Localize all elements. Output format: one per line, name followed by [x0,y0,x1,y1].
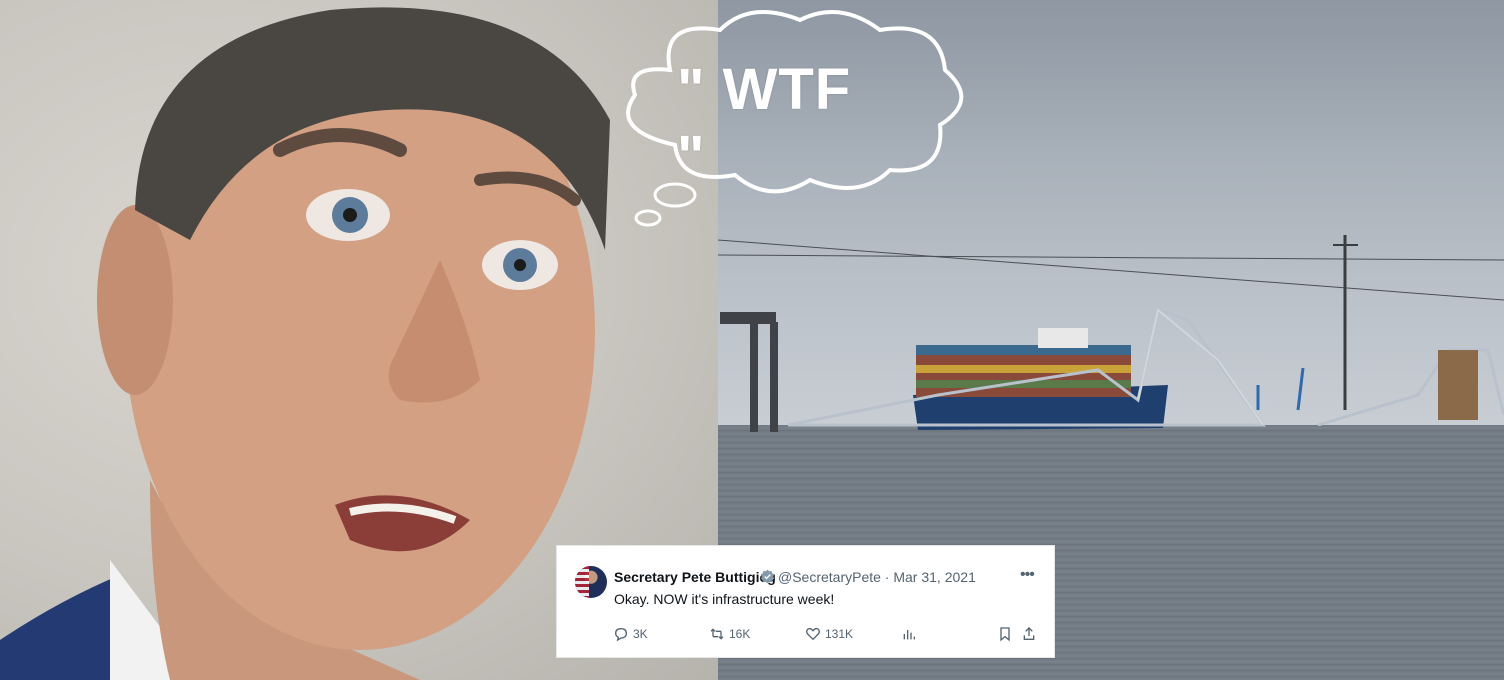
bar-chart-icon [903,630,915,640]
bookmark-button[interactable] [997,624,1013,644]
like-count: 131K [825,627,854,641]
verified-badge-icon [760,569,775,584]
tweet-text: Okay. NOW it's infrastructure week! [614,591,835,607]
tweet-handle-date[interactable]: @SecretaryPete · Mar 31, 2021 [778,569,976,585]
flag-icon [575,566,589,598]
reply-count: 3K [633,627,648,641]
reply-icon [614,627,628,642]
retweet-count: 16K [729,627,751,641]
views-button[interactable] [901,624,917,644]
heart-icon [806,627,820,641]
share-icon [1023,627,1035,640]
avatar[interactable] [575,566,607,598]
tweet-actions: 3K 16K 131K [613,624,1035,644]
like-button[interactable]: 131K [805,624,853,644]
bookmark-icon [1000,627,1010,642]
retweet-icon [710,628,724,640]
retweet-button[interactable]: 16K [709,624,750,644]
share-button[interactable] [1021,624,1037,644]
thought-bubble-text: " WTF " [677,57,852,189]
reply-button[interactable]: 3K [613,624,648,644]
ellipsis-icon[interactable]: ••• [1020,566,1035,584]
tweet-card[interactable]: Secretary Pete Buttigieg @SecretaryPete … [556,545,1055,658]
tweet-display-name[interactable]: Secretary Pete Buttigieg [614,569,776,585]
